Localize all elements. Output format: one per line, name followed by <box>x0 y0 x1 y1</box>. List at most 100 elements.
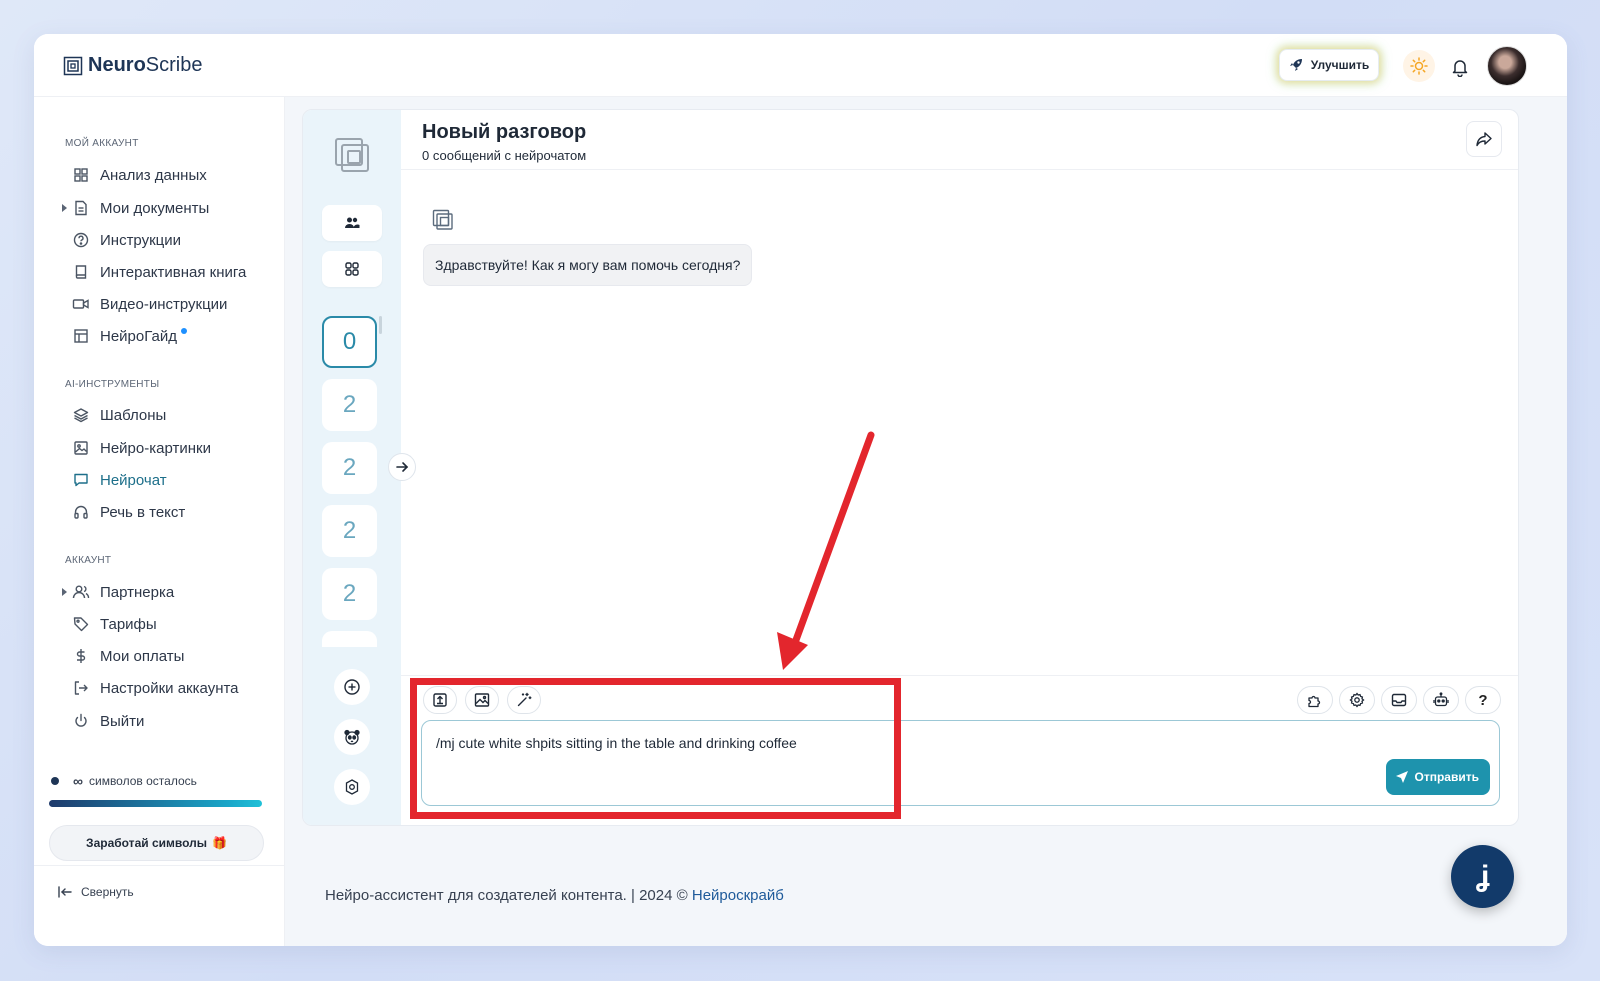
user-avatar[interactable] <box>1487 46 1527 86</box>
sidebar-item-label: Тарифы <box>100 615 157 633</box>
brand-logo[interactable]: NeuroScribe <box>63 54 203 77</box>
help-circle-icon <box>72 231 90 249</box>
sidebar-item-logout[interactable]: Выйти <box>72 710 144 732</box>
symbols-remaining-label: символов осталось <box>88 774 197 788</box>
footer-link[interactable]: Нейроскрайб <box>692 887 784 904</box>
book-icon <box>72 263 90 281</box>
sidebar-item-label: Настройки аккаунта <box>100 679 239 697</box>
symbols-remaining: ∞ символов осталось <box>51 773 197 789</box>
rocket-icon <box>1289 59 1302 71</box>
sidebar-item-label: Видео-инструкции <box>100 295 228 313</box>
footer: Нейро-ассистент для создателей контента.… <box>325 887 784 904</box>
logo-text-neuro: Neuro <box>88 54 146 76</box>
sidebar: МОЙ АККАУНТ Анализ данных Мои документы … <box>34 97 285 946</box>
section-title-account: АККАУНТ <box>65 555 112 566</box>
sidebar-item-label: Мои документы <box>100 199 210 217</box>
send-button[interactable]: Отправить <box>1385 759 1490 795</box>
sidebar-item-video-instructions[interactable]: Видео-инструкции <box>72 293 227 315</box>
chat-history-card[interactable]: 0 <box>322 316 377 368</box>
bot-message-bubble: Здравствуйте! Как я могу вам помочь сего… <box>423 244 753 286</box>
sidebar-item-label: Нейро-картинки <box>100 439 211 457</box>
chat-icon <box>72 471 90 489</box>
chat-history-card[interactable]: 2 <box>322 505 377 557</box>
tag-icon <box>72 615 90 633</box>
apps-button[interactable] <box>322 251 382 287</box>
section-title-ai-tools: AI-ИНСТРУМЕНТЫ <box>65 379 160 390</box>
sidebar-item-tariffs[interactable]: Тарифы <box>72 613 157 635</box>
share-icon <box>1476 132 1492 147</box>
team-button[interactable] <box>322 205 382 241</box>
robot-icon <box>1433 692 1449 707</box>
sidebar-item-my-documents[interactable]: Мои документы <box>72 197 209 219</box>
status-dot <box>51 777 59 785</box>
chat-history-card[interactable]: 2 <box>322 442 377 494</box>
settings-button[interactable] <box>334 769 370 805</box>
rail-scrollbar[interactable] <box>379 316 382 334</box>
chat-history-card[interactable]: 2 <box>322 568 377 620</box>
notifications-button[interactable] <box>1447 54 1473 80</box>
table-icon <box>72 327 90 345</box>
chat-settings-button[interactable] <box>1339 686 1375 714</box>
sidebar-divider <box>34 865 285 866</box>
collapse-sidebar-button[interactable]: Свернуть <box>57 885 134 899</box>
bot-button[interactable] <box>1423 686 1459 714</box>
gift-icon: 🎁 <box>212 836 227 850</box>
support-chat-button[interactable]: ʝ <box>1451 845 1514 908</box>
inbox-button[interactable] <box>1381 686 1417 714</box>
plus-circle-icon <box>344 679 360 695</box>
chat-history-card-partial[interactable] <box>322 631 377 647</box>
send-icon <box>1395 771 1408 783</box>
sidebar-item-neuroguide[interactable]: НейроГайд <box>72 325 187 347</box>
conversation-subtitle: 0 сообщений с нейрочатом <box>422 148 587 163</box>
sidebar-item-neurochat[interactable]: Нейрочат <box>72 469 167 491</box>
assistant-button[interactable] <box>334 719 370 755</box>
sidebar-item-instructions[interactable]: Инструкции <box>72 229 181 251</box>
sidebar-item-templates[interactable]: Шаблоны <box>72 404 166 426</box>
help-button[interactable]: ? <box>1465 686 1501 714</box>
logo-icon <box>63 56 83 75</box>
sidebar-item-label: Инструкции <box>100 231 182 249</box>
conversation-header: Новый разговор 0 сообщений с нейрочатом <box>401 110 1518 170</box>
sidebar-item-label: Мои оплаты <box>100 647 185 665</box>
support-icon: ʝ <box>1475 859 1490 893</box>
video-icon <box>72 295 90 313</box>
earn-symbols-label: Заработай символы <box>86 836 207 850</box>
grid-icon <box>345 262 359 276</box>
bot-avatar-icon <box>432 209 454 236</box>
sidebar-item-partners[interactable]: Партнерка <box>72 581 174 603</box>
panda-icon <box>344 729 360 745</box>
sidebar-item-label: Выйти <box>100 712 145 730</box>
headphones-icon <box>72 503 90 521</box>
gear-icon <box>1349 692 1365 708</box>
earn-symbols-button[interactable]: Заработай символы 🎁 <box>49 825 264 861</box>
top-header: NeuroScribe Улучшить <box>34 34 1567 97</box>
sidebar-item-interactive-book[interactable]: Интерактивная книга <box>72 261 246 283</box>
composer-divider <box>401 675 1518 676</box>
document-icon <box>72 199 90 217</box>
upgrade-button[interactable]: Улучшить <box>1279 49 1379 81</box>
plugins-button[interactable] <box>1297 686 1333 714</box>
sidebar-item-label: Нейрочат <box>100 471 167 489</box>
question-mark-icon: ? <box>1478 691 1488 709</box>
sidebar-item-data-analysis[interactable]: Анализ данных <box>72 164 207 186</box>
sidebar-item-label: НейроГайд <box>100 327 177 345</box>
expand-caret-icon[interactable] <box>62 204 67 212</box>
bell-icon <box>1452 60 1468 77</box>
sidebar-item-account-settings[interactable]: Настройки аккаунта <box>72 677 239 699</box>
sidebar-item-my-payments[interactable]: Мои оплаты <box>72 645 184 667</box>
expand-caret-icon[interactable] <box>62 588 67 596</box>
share-button[interactable] <box>1466 121 1502 157</box>
expand-rail-button[interactable] <box>388 453 416 481</box>
collapse-left-icon <box>58 886 72 898</box>
chat-rail: 0 2 2 2 2 <box>303 110 401 825</box>
footer-text: Нейро-ассистент для создателей контента.… <box>325 887 688 904</box>
chat-history-card[interactable]: 2 <box>322 379 377 431</box>
section-title-my-account: МОЙ АККАУНТ <box>65 138 139 149</box>
power-icon <box>72 712 90 730</box>
sidebar-item-speech-to-text[interactable]: Речь в текст <box>72 501 185 523</box>
new-chat-button[interactable] <box>334 669 370 705</box>
infinity-value: ∞ <box>73 773 83 789</box>
sidebar-item-neuro-images[interactable]: Нейро-картинки <box>72 437 211 459</box>
dollar-icon <box>72 647 90 665</box>
theme-toggle[interactable] <box>1403 50 1435 82</box>
